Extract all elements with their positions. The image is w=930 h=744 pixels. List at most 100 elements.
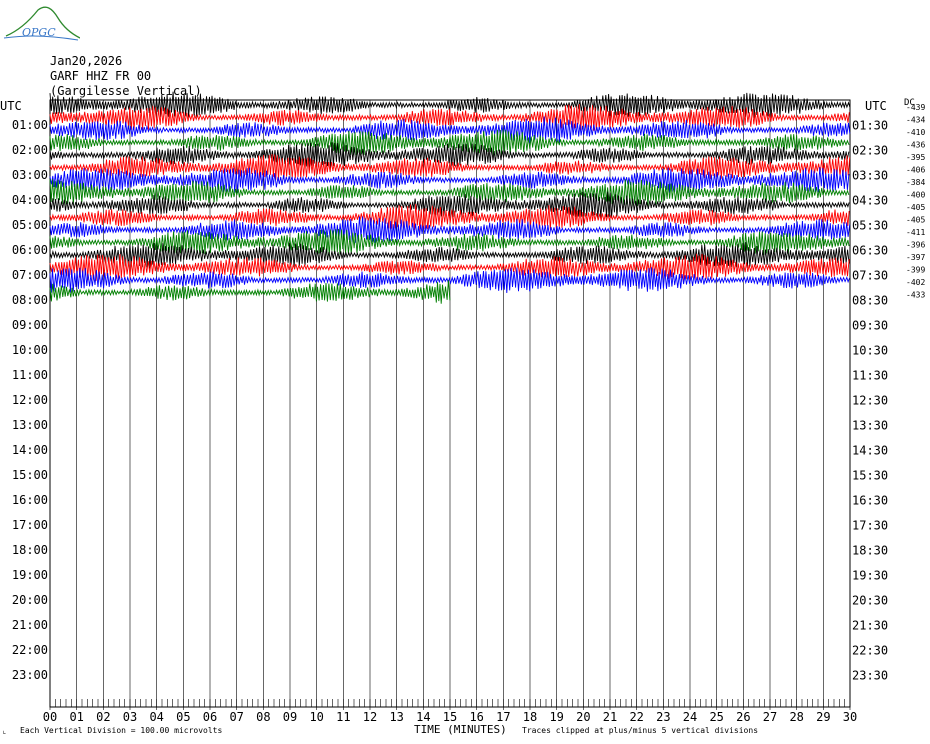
hour-label-left: 10:00 <box>12 343 48 357</box>
x-tick-label: 24 <box>683 710 697 724</box>
hour-label-left: 09:00 <box>12 318 48 332</box>
half-hour-label-right: 08:30 <box>852 294 888 308</box>
half-hour-label-right: 07:30 <box>852 269 888 283</box>
x-tick-label: 22 <box>629 710 643 724</box>
hour-label-left: 20:00 <box>12 593 48 607</box>
x-tick-label: 02 <box>96 710 110 724</box>
hour-label-left: 02:00 <box>12 143 48 157</box>
x-tick-label: 11 <box>336 710 350 724</box>
half-hour-label-right: 10:30 <box>852 344 888 358</box>
dc-offset-label: -384 <box>906 178 925 187</box>
hour-label-left: 14:00 <box>12 443 48 457</box>
scale-note: Each Vertical Division = 100.00 microvol… <box>20 726 223 735</box>
x-tick-label: 01 <box>69 710 83 724</box>
x-tick-label: 15 <box>443 710 457 724</box>
half-hour-label-right: 04:30 <box>852 194 888 208</box>
dc-offset-label: -434 <box>906 116 925 125</box>
x-tick-label: 26 <box>736 710 750 724</box>
x-tick-label: 16 <box>469 710 483 724</box>
dc-offset-label: -410 <box>906 128 925 137</box>
dc-offset-label: -406 <box>906 166 925 175</box>
x-tick-label: 29 <box>816 710 830 724</box>
x-tick-label: 30 <box>843 710 857 724</box>
hour-label-left: 15:00 <box>12 468 48 482</box>
left-axis-title: UTC <box>0 99 22 113</box>
half-hour-label-right: 21:30 <box>852 619 888 633</box>
hour-label-left: 04:00 <box>12 193 48 207</box>
hour-label-left: 07:00 <box>12 268 48 282</box>
dc-offset-label: -400 <box>906 191 925 200</box>
hour-label-left: 21:00 <box>12 618 48 632</box>
half-hour-label-right: 12:30 <box>852 394 888 408</box>
x-tick-label: 14 <box>416 710 430 724</box>
clip-note: Traces clipped at plus/minus 5 vertical … <box>522 726 759 735</box>
x-tick-label: 06 <box>203 710 217 724</box>
half-hour-label-right: 19:30 <box>852 569 888 583</box>
hour-label-left: 12:00 <box>12 393 48 407</box>
half-hour-label-right: 14:30 <box>852 444 888 458</box>
x-tick-label: 03 <box>123 710 137 724</box>
hour-label-left: 16:00 <box>12 493 48 507</box>
dc-offset-label: -397 <box>906 253 925 262</box>
right-axis-title: UTC <box>865 99 887 113</box>
dc-offset-label: -436 <box>906 141 925 150</box>
x-tick-label: 19 <box>549 710 563 724</box>
hour-label-left: 19:00 <box>12 568 48 582</box>
x-tick-label: 20 <box>576 710 590 724</box>
x-tick-label: 07 <box>229 710 243 724</box>
half-hour-label-right: 20:30 <box>852 594 888 608</box>
hour-label-left: 05:00 <box>12 218 48 232</box>
half-hour-label-right: 02:30 <box>852 144 888 158</box>
hour-label-left: 11:00 <box>12 368 48 382</box>
hour-label-left: 17:00 <box>12 518 48 532</box>
half-hour-label-right: 23:30 <box>852 669 888 683</box>
dc-offset-label: -395 <box>906 153 925 162</box>
footer-marker: ⌞ <box>2 726 7 735</box>
dc-offset-label: -402 <box>906 278 925 287</box>
x-tick-label: 09 <box>283 710 297 724</box>
dc-title: DC <box>904 98 915 108</box>
x-tick-label: 08 <box>256 710 270 724</box>
hour-label-left: 23:00 <box>12 668 48 682</box>
hour-label-left: 22:00 <box>12 643 48 657</box>
x-tick-label: 00 <box>43 710 57 724</box>
hour-label-left: 18:00 <box>12 543 48 557</box>
x-tick-label: 18 <box>523 710 537 724</box>
x-tick-label: 25 <box>709 710 723 724</box>
helicorder-plot: OPGC Jan20,2026 GARF HHZ FR 00 (Gargiles… <box>0 0 930 744</box>
dc-offset-label: -405 <box>906 216 925 225</box>
hour-label-left: 13:00 <box>12 418 48 432</box>
seismogram-svg: 00 01 02 03 04 05 06 07 08 09 10 11 12 13 14 15 16 17 18 19… <box>0 91 925 724</box>
half-hour-label-right: 22:30 <box>852 644 888 658</box>
half-hour-label-right: 17:30 <box>852 519 888 533</box>
x-axis-title: TIME (MINUTES) <box>414 723 507 736</box>
half-hour-label-right: 05:30 <box>852 219 888 233</box>
half-hour-label-right: 06:30 <box>852 244 888 258</box>
half-hour-label-right: 13:30 <box>852 419 888 433</box>
half-hour-label-right: 18:30 <box>852 544 888 558</box>
x-tick-label: 23 <box>656 710 670 724</box>
x-tick-label: 05 <box>176 710 190 724</box>
half-hour-label-right: 15:30 <box>852 469 888 483</box>
x-tick-label: 21 <box>603 710 617 724</box>
x-tick-label: 12 <box>363 710 377 724</box>
hour-label-left: 06:00 <box>12 243 48 257</box>
half-hour-label-right: 16:30 <box>852 494 888 508</box>
dc-offset-label: -399 <box>906 266 925 275</box>
dc-offset-label: -433 <box>906 291 925 300</box>
x-tick-label: 10 <box>309 710 323 724</box>
x-tick-label: 27 <box>763 710 777 724</box>
hour-label-left: 01:00 <box>12 118 48 132</box>
x-tick-label: 13 <box>389 710 403 724</box>
half-hour-label-right: 11:30 <box>852 369 888 383</box>
hour-label-left: 03:00 <box>12 168 48 182</box>
half-hour-label-right: 03:30 <box>852 169 888 183</box>
x-tick-label: 04 <box>149 710 163 724</box>
half-hour-label-right: 09:30 <box>852 319 888 333</box>
dc-offset-label: -396 <box>906 241 925 250</box>
hour-label-left: 08:00 <box>12 293 48 307</box>
x-tick-label: 28 <box>789 710 803 724</box>
dc-offset-label: -405 <box>906 203 925 212</box>
half-hour-label-right: 01:30 <box>852 119 888 133</box>
x-tick-label: 17 <box>496 710 510 724</box>
